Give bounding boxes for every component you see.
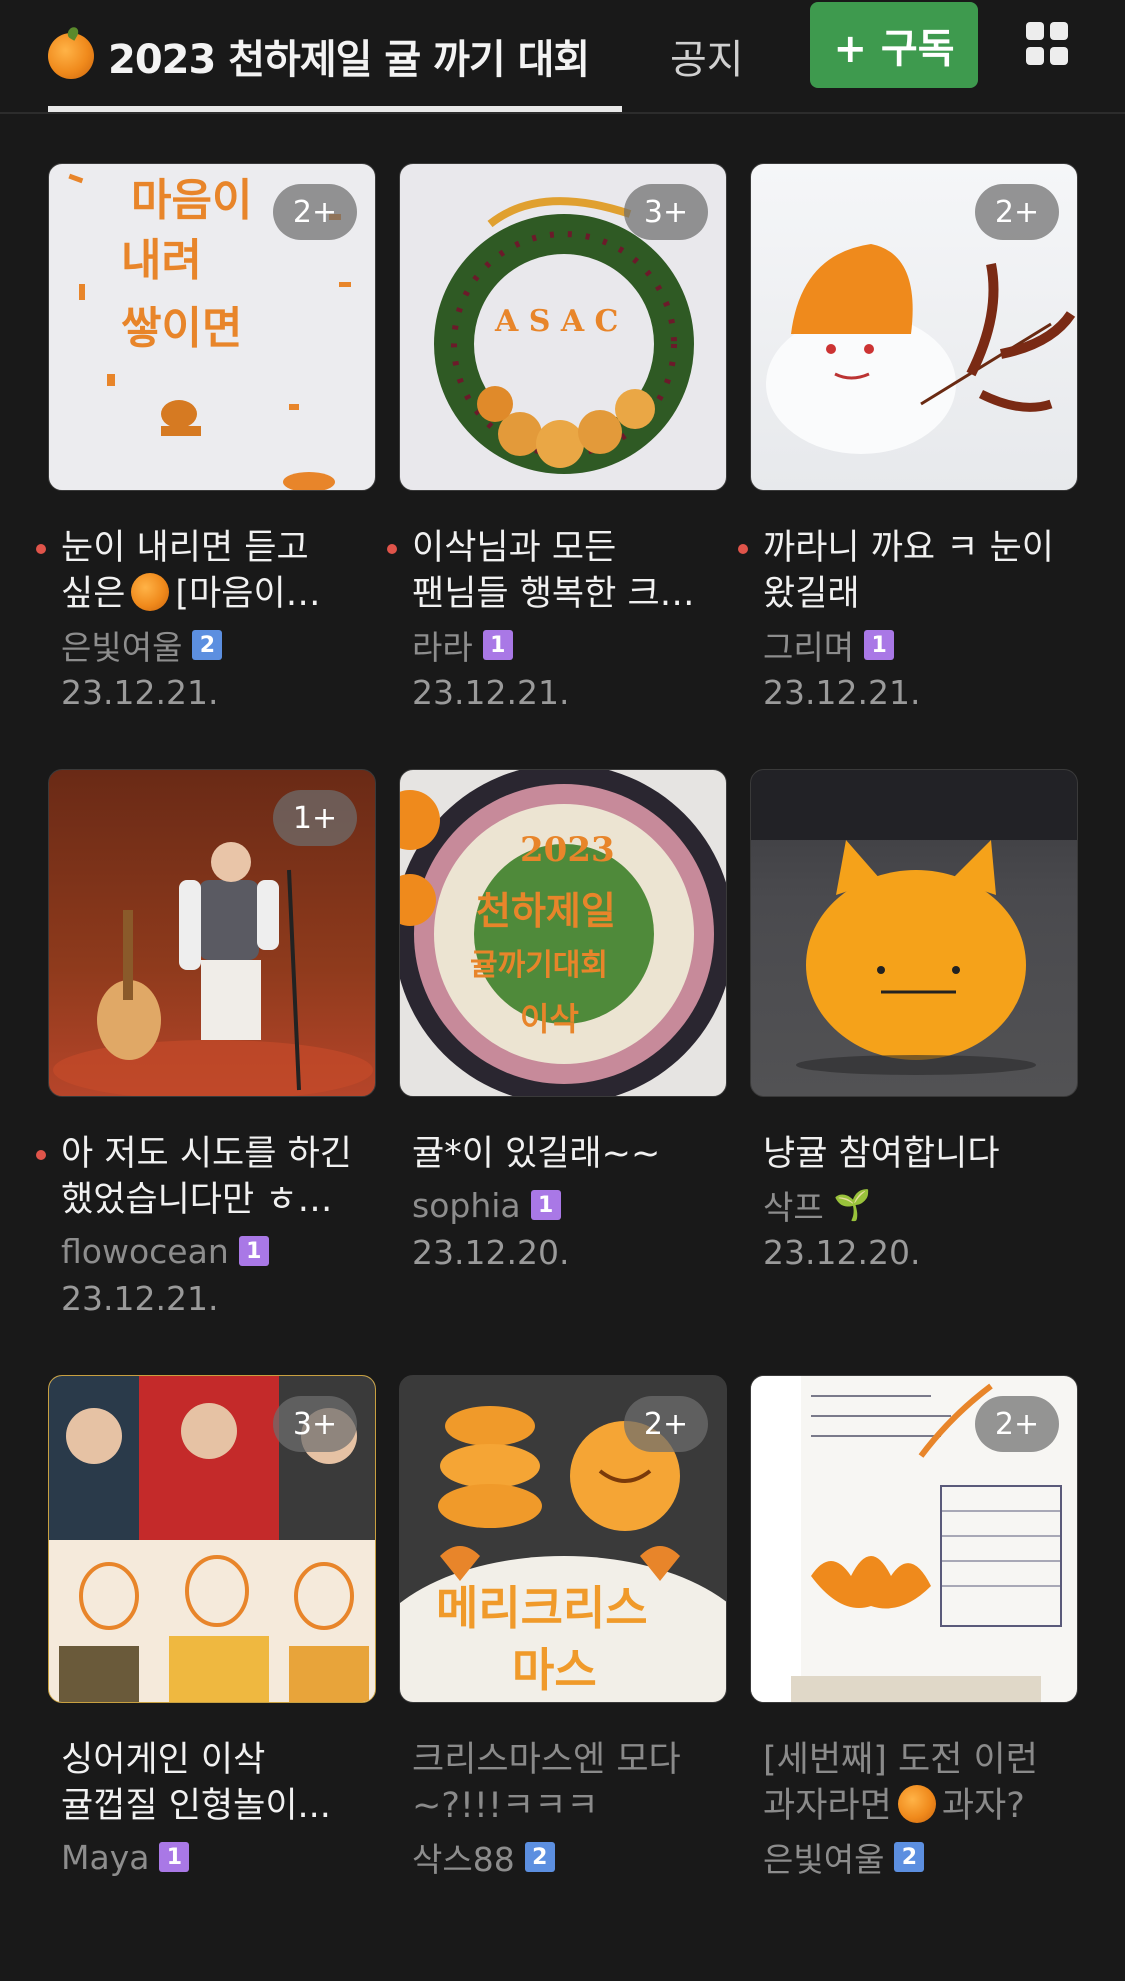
tab-cafe-title[interactable]: 2023 천하제일 귤 까기 대회 [48, 0, 622, 112]
post-card[interactable]: 1+ 아 저도 시도를 하긴 했었습니다만 ㅎ… flowocean 1 23.… [36, 769, 376, 1375]
cafe-title-text: 2023 천하제일 귤 까기 대회 [108, 37, 590, 83]
grid-view-icon[interactable] [1026, 22, 1070, 66]
author-name: 삭스88 [412, 1840, 515, 1879]
image-count-badge: 1+ [273, 790, 357, 846]
thumb-text-line: 2023 [520, 830, 615, 870]
post-author[interactable]: 라라 1 [412, 621, 727, 669]
post-title-area[interactable]: 까라니 까요 ㅋ 눈이 왔길래 [738, 525, 1078, 614]
post-title[interactable]: 이삭님과 모든 팬님들 행복한 크… [412, 525, 712, 617]
post-title[interactable]: 크리스마스엔 모다 ~?!!!ㅋㅋㅋ [412, 1737, 712, 1829]
member-level-badge: 1 [238, 1236, 269, 1266]
image-count-badge: 2+ [975, 184, 1059, 240]
thumb-text-line: 마음이 [131, 175, 253, 226]
thumb-text-line: 귤까기대회 [470, 948, 608, 983]
cat-tangerine-image [751, 770, 1077, 1075]
post-thumbnail[interactable]: 2023 천하제일 귤까기대회 이삭 [399, 769, 727, 1097]
post-title-area[interactable]: 눈이 내리면 듣고 싶은 [마음이… [36, 525, 376, 614]
orange-icon [131, 573, 170, 611]
author-name: 은빛여울 [763, 1840, 885, 1879]
member-level-badge: 1 [482, 630, 513, 660]
post-card[interactable]: 3+ 싱어게인 이삭 귤껍질 인형놀이... Maya 1 [48, 1375, 376, 1981]
author-name: 그리며 [763, 628, 855, 667]
new-post-dot [36, 1150, 46, 1160]
thumb-text-line: 마스 [512, 1643, 597, 1697]
post-title[interactable]: 눈이 내리면 듣고 싶은 [마음이… [61, 525, 361, 617]
author-name: flowocean [61, 1231, 229, 1271]
post-title-area[interactable]: 귤*이 있길래~~ [399, 1131, 727, 1219]
title-tail-text: [마음이… [175, 574, 321, 614]
new-post-dot [387, 544, 397, 554]
post-thumbnail[interactable]: 2+ [750, 163, 1078, 491]
post-card[interactable]: 2+ [세번째] 도전 이런 과자라면 과자? 은빛여울 2 [750, 1375, 1078, 1981]
post-author[interactable]: 은빛여울 2 [763, 1833, 1078, 1881]
image-count-badge: 2+ [624, 1396, 708, 1452]
post-title[interactable]: 귤*이 있길래~~ [412, 1131, 712, 1177]
post-title-area[interactable]: 싱어게인 이삭 귤껍질 인형놀이... [48, 1737, 376, 1826]
post-card[interactable]: 마음이 내려 쌓이면 2+ 눈이 내리면 듣고 싶은 [마음이… 은빛여울 2 2… [36, 163, 376, 769]
post-author[interactable]: 그리며 1 [763, 621, 1078, 669]
post-title-area[interactable]: 크리스마스엔 모다 ~?!!!ㅋㅋㅋ [399, 1737, 727, 1826]
new-post-dot [36, 544, 46, 554]
member-level-badge: 2 [192, 630, 223, 660]
post-date: 23.12.21. [763, 673, 921, 712]
post-date: 23.12.21. [412, 673, 570, 712]
post-date: 23.12.20. [412, 1233, 570, 1272]
post-thumbnail[interactable]: A S A C 3+ [399, 163, 727, 491]
post-card[interactable]: 메리크리스 마스 2+ 크리스마스엔 모다 ~?!!!ㅋㅋㅋ 삭스88 2 [399, 1375, 727, 1981]
post-title[interactable]: 싱어게인 이삭 귤껍질 인형놀이... [61, 1737, 361, 1829]
thumb-text-line: 메리크리스 [436, 1581, 648, 1635]
orange-icon [48, 33, 94, 79]
member-level-badge: 1 [864, 630, 895, 660]
post-title-area[interactable]: 아 저도 시도를 하긴 했었습니다만 ㅎ… [36, 1131, 376, 1220]
post-date: 23.12.20. [763, 1233, 921, 1272]
title-tail-text: 과자? [941, 1786, 1025, 1826]
image-count-badge: 2+ [273, 184, 357, 240]
post-date: 23.12.21. [61, 1279, 219, 1318]
post-card[interactable]: 2+ 까라니 까요 ㅋ 눈이 왔길래 그리며 1 23.12.21. [738, 163, 1078, 769]
thumb-text-line: 이삭 [520, 1000, 579, 1038]
post-author[interactable]: 삭스88 2 [412, 1833, 727, 1881]
post-author[interactable]: 은빛여울 2 [61, 621, 376, 669]
active-tab-indicator [48, 106, 622, 112]
image-count-badge: 3+ [273, 1396, 357, 1452]
post-title-area[interactable]: 이삭님과 모든 팬님들 행복한 크… [387, 525, 727, 614]
post-title-area[interactable]: 냥귤 참여합니다 [750, 1131, 1078, 1219]
post-date: 23.12.21. [61, 673, 219, 712]
tab-notice[interactable]: 공지 [670, 0, 744, 112]
thumb-text-line: 내려 [121, 235, 202, 286]
post-thumbnail[interactable]: 마음이 내려 쌓이면 2+ [48, 163, 376, 491]
member-level-badge: 2 [894, 1842, 925, 1872]
subscribe-button[interactable]: + 구독 [810, 2, 978, 88]
post-title-area[interactable]: [세번째] 도전 이런 과자라면 과자? [750, 1737, 1078, 1826]
thumb-text-line: 쌓이면 [121, 303, 243, 354]
post-thumbnail[interactable]: 메리크리스 마스 2+ [399, 1375, 727, 1703]
post-card[interactable]: 2023 천하제일 귤까기대회 이삭 귤*이 있길래~~ sophia 1 23… [399, 769, 727, 1375]
post-card[interactable]: A S A C 3+ 이삭님과 모든 팬님들 행복한 크… 라라 1 23.12… [387, 163, 727, 769]
post-title[interactable]: [세번째] 도전 이런 과자라면 과자? [763, 1737, 1063, 1829]
thumb-text-line: A S A C [495, 304, 619, 339]
author-name: 은빛여울 [61, 628, 183, 667]
post-title[interactable]: 아 저도 시도를 하긴 했었습니다만 ㅎ… [61, 1131, 361, 1223]
member-level-badge: 1 [159, 1842, 190, 1872]
post-thumbnail[interactable] [750, 769, 1078, 1097]
orange-icon [897, 1785, 936, 1823]
post-title[interactable]: 냥귤 참여합니다 [763, 1131, 1063, 1177]
member-level-badge: 2 [524, 1842, 555, 1872]
author-name: 라라 [412, 628, 473, 667]
post-thumbnail[interactable]: 2+ [750, 1375, 1078, 1703]
image-count-badge: 3+ [624, 184, 708, 240]
post-grid: 마음이 내려 쌓이면 2+ 눈이 내리면 듣고 싶은 [마음이… 은빛여울 2 2… [36, 163, 1078, 1981]
post-author[interactable]: flowocean 1 [61, 1227, 376, 1275]
post-thumbnail[interactable]: 3+ [48, 1375, 376, 1703]
post-title[interactable]: 까라니 까요 ㅋ 눈이 왔길래 [763, 525, 1063, 617]
thumb-text-line: 천하제일 [476, 888, 616, 933]
top-bar: 2023 천하제일 귤 까기 대회 공지 + 구독 [0, 0, 1125, 114]
post-card[interactable]: 냥귤 참여합니다 삭프 🌱 23.12.20. [750, 769, 1078, 1375]
post-author[interactable]: Maya 1 [61, 1833, 376, 1881]
post-thumbnail[interactable]: 1+ [48, 769, 376, 1097]
image-count-badge: 2+ [975, 1396, 1059, 1452]
new-post-dot [738, 544, 748, 554]
